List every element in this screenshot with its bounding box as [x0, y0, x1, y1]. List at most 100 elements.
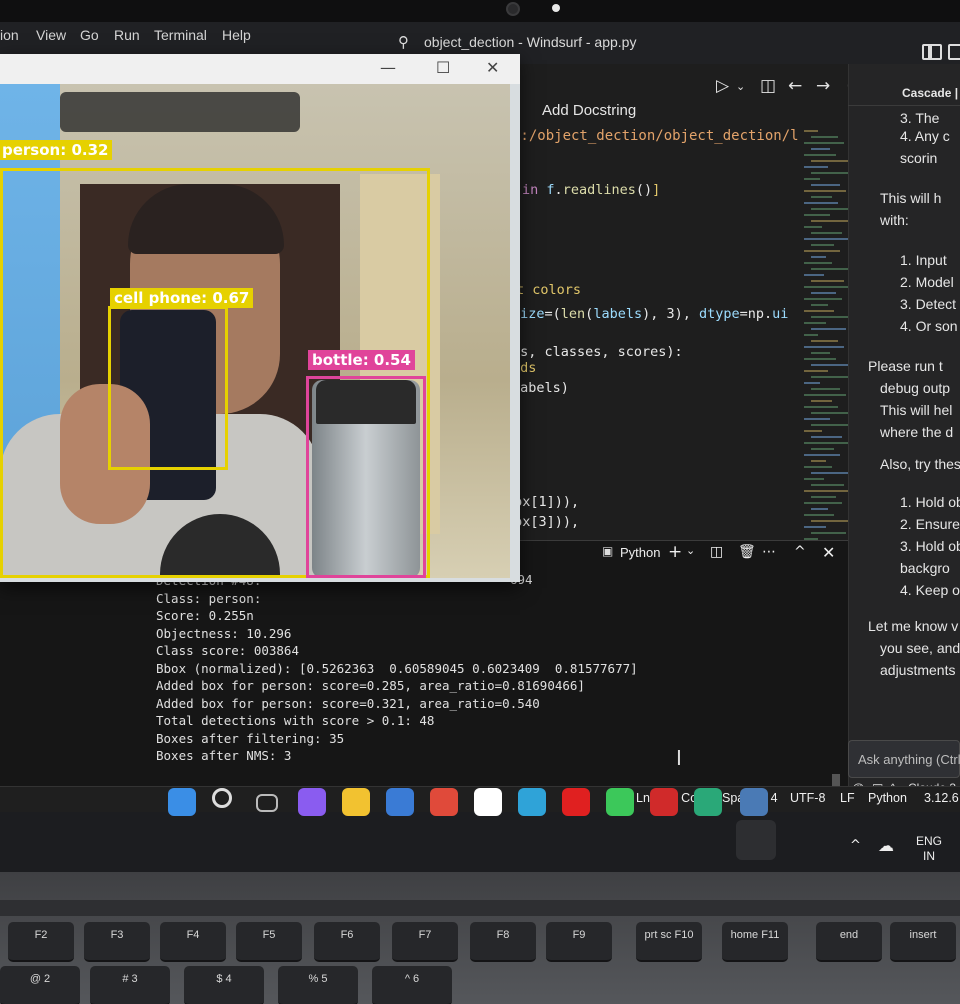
copilot-icon[interactable] [298, 788, 326, 816]
start-icon[interactable] [168, 788, 196, 816]
store-icon[interactable] [386, 788, 414, 816]
detection-box-cell-phone [108, 306, 228, 470]
chat-line: This will hel [880, 402, 953, 418]
maximize-panel-icon[interactable]: ^ [794, 544, 806, 560]
windsurf-icon[interactable] [694, 788, 722, 816]
menu-view[interactable]: View [36, 27, 66, 43]
key: F7 [392, 922, 458, 962]
chat-line: Let me know v [868, 618, 959, 634]
split-editor-icon[interactable]: ◫ [760, 76, 776, 96]
terminal-line: Bbox (normalized): [0.5262363 0.60589045… [156, 660, 638, 676]
minimap-line [804, 370, 828, 372]
key: F4 [160, 922, 226, 962]
maximize-icon[interactable]: ☐ [436, 58, 450, 77]
cloud-icon[interactable]: ☁ [878, 836, 894, 855]
menu-help[interactable]: Help [222, 27, 251, 43]
chat-line: Also, try thes [880, 456, 960, 472]
toggle-panel-icon[interactable] [948, 44, 960, 60]
chat-line: This will h [880, 190, 942, 206]
terminal-shell-icon[interactable]: ▣ [602, 544, 613, 558]
trash-icon[interactable]: 🗑 [738, 544, 756, 560]
python-version[interactable]: 3.12.6 [924, 791, 959, 805]
terminal-line: Added box for person: score=0.285, area_… [156, 678, 585, 693]
terminal-scrollbar[interactable] [828, 560, 842, 786]
minimap-line [804, 478, 824, 480]
minimap-line [804, 250, 840, 252]
minimap-line [804, 238, 848, 240]
python-icon[interactable] [740, 788, 768, 816]
terminal-shell-label[interactable]: Python [620, 545, 660, 560]
chat-line: with: [880, 212, 909, 228]
split-terminal-icon[interactable]: ◫ [710, 544, 723, 560]
window-title[interactable]: object_dection - Windsurf - app.py [424, 34, 636, 50]
minimap[interactable] [800, 124, 858, 546]
minimap-line [804, 334, 818, 336]
minimap-line [804, 202, 838, 204]
terminal-line: Added box for person: score=0.321, area_… [156, 695, 540, 711]
minimap-line [811, 196, 832, 198]
code-line: labels) [512, 380, 569, 396]
whatsapp-icon[interactable] [606, 788, 634, 816]
menu-run[interactable]: Run [114, 27, 140, 43]
key: F6 [314, 922, 380, 962]
back-arrow-icon[interactable]: ← [788, 76, 802, 96]
task-view-icon[interactable] [256, 794, 278, 812]
minimap-line [804, 502, 842, 504]
file-explorer-icon[interactable] [342, 788, 370, 816]
minimap-line [811, 508, 828, 510]
search-icon[interactable] [212, 788, 232, 808]
netflix-icon[interactable] [562, 788, 590, 816]
run-icon[interactable]: ▷ [716, 76, 729, 96]
language-indicator[interactable]: ENG IN [916, 834, 942, 864]
webcam-lens [506, 2, 520, 16]
more-actions-icon[interactable]: ⋯ [762, 544, 776, 560]
minimap-line [811, 460, 826, 462]
key: ^ 6 [372, 966, 452, 1004]
search-icon[interactable]: ⚲ [398, 33, 416, 51]
key: home F11 [722, 922, 788, 962]
minimap-line [804, 514, 834, 516]
minimap-line [811, 340, 838, 342]
chevron-up-icon[interactable]: ^ [850, 838, 861, 853]
menu-go[interactable]: Go [80, 27, 99, 43]
minimap-line [811, 292, 836, 294]
minimize-icon[interactable]: — [380, 58, 396, 77]
language-mode[interactable]: Python [868, 791, 907, 805]
file-path-breadcrumb[interactable]: d:/object_dection/object_dection/l [512, 128, 799, 144]
minimap-line [811, 532, 846, 534]
chrome-icon[interactable] [430, 788, 458, 816]
key: % 5 [278, 966, 358, 1004]
chat-line: 3. Hold obj [900, 538, 960, 554]
add-terminal-icon[interactable]: + [668, 542, 682, 562]
minimap-line [804, 142, 844, 144]
minimap-line [804, 322, 826, 324]
toggle-sidebar-icon[interactable] [922, 44, 942, 60]
minimap-line [804, 166, 828, 168]
minimap-line [811, 400, 832, 402]
forward-arrow-icon[interactable]: → [816, 76, 830, 96]
minimap-line [804, 190, 846, 192]
minimap-line [811, 496, 836, 498]
minimap-line [804, 442, 848, 444]
ask-placeholder: Ask anything (Ctrl [858, 752, 960, 767]
add-docstring-codelens[interactable]: Add Docstring [542, 102, 636, 119]
slack-icon[interactable] [474, 788, 502, 816]
edge-icon[interactable] [518, 788, 546, 816]
menu-selection[interactable]: ion [0, 27, 19, 43]
minimap-line [804, 454, 840, 456]
terminal-line: Class: person: [156, 590, 262, 606]
minimap-line [811, 136, 838, 138]
chat-line: you see, and v [880, 640, 960, 656]
minimap-line [811, 268, 852, 270]
chevron-down-icon[interactable]: ⌄ [736, 80, 745, 93]
menu-terminal[interactable]: Terminal [154, 27, 207, 43]
encoding[interactable]: UTF-8 [790, 791, 825, 805]
close-icon[interactable]: ✕ [486, 58, 499, 77]
chevron-down-icon[interactable]: ⌄ [686, 544, 695, 557]
app-icon[interactable] [650, 788, 678, 816]
chat-title[interactable]: Cascade | W [902, 86, 960, 100]
minimap-line [811, 220, 850, 222]
line-ending[interactable]: LF [840, 791, 855, 805]
terminal-line: Class score: 003864 [156, 643, 299, 658]
active-app-indicator [736, 820, 776, 860]
